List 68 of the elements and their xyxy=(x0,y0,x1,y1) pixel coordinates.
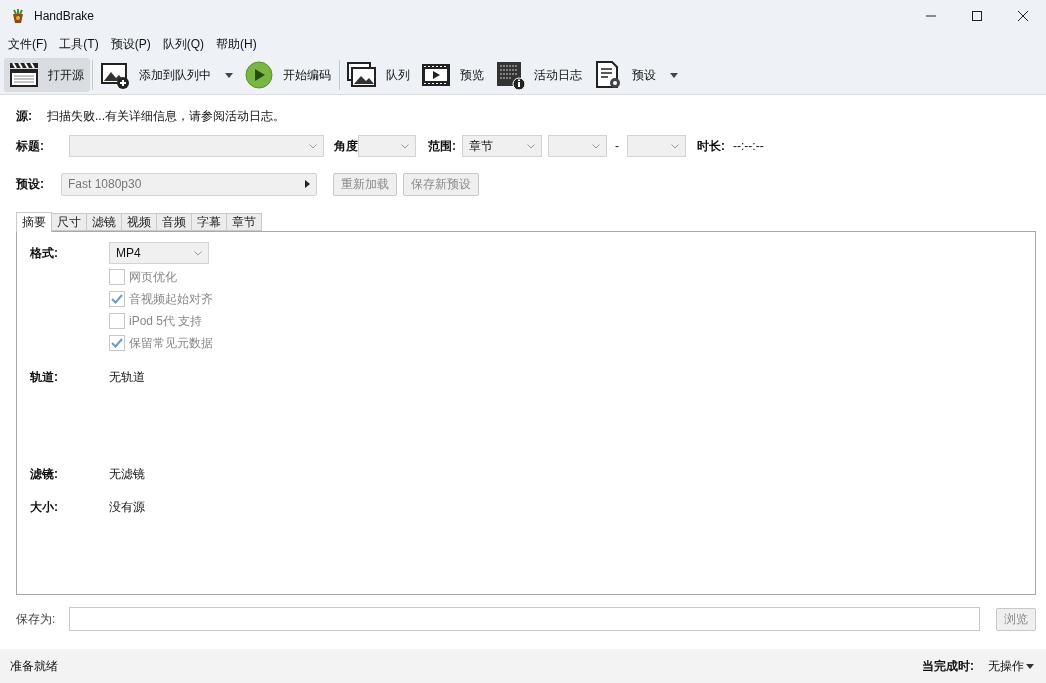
field-label: 源: xyxy=(16,107,33,125)
arrow-right-icon xyxy=(305,180,310,188)
chevron-icon xyxy=(527,143,535,149)
angle-select[interactable] xyxy=(358,135,416,157)
tab[interactable]: 音频 xyxy=(156,213,192,231)
close-icon xyxy=(1018,11,1028,21)
maximize-icon xyxy=(972,11,982,21)
toolbar-button[interactable]: 打开源 xyxy=(4,58,90,92)
log-icon xyxy=(494,60,526,90)
tab[interactable]: 尺寸 xyxy=(51,213,87,231)
field-label: 角度 xyxy=(334,137,358,155)
field-label: 范围: xyxy=(428,137,456,155)
tab[interactable]: 视频 xyxy=(121,213,157,231)
chevron-icon xyxy=(592,143,600,149)
field-label: 时长: xyxy=(697,137,725,155)
toolbar-button[interactable]: 活动日志 xyxy=(490,58,588,92)
chevron-icon xyxy=(401,143,409,149)
tab[interactable]: 摘要 xyxy=(16,212,52,232)
tracks-value: 无轨道 xyxy=(109,368,145,386)
source-status: 扫描失败...有关详细信息，请参阅活动日志。 xyxy=(47,107,285,125)
range-end-select[interactable] xyxy=(627,135,686,157)
range-separator: - xyxy=(615,139,619,153)
toolbar-button[interactable]: 添加到队列中 xyxy=(95,58,239,92)
toolbar-button[interactable]: 开始编码 xyxy=(239,58,337,92)
checkbox-label: 音视频起始对齐 xyxy=(129,290,213,308)
range-select[interactable]: 章节 xyxy=(462,135,542,157)
tab[interactable]: 字幕 xyxy=(191,213,227,231)
duration-value: --:--:-- xyxy=(733,139,764,153)
chevron-icon xyxy=(194,250,202,256)
when-done-label: 当完成时: xyxy=(922,657,974,675)
preset-select[interactable]: Fast 1080p30 xyxy=(61,172,317,196)
toolbar-button[interactable]: 预设 xyxy=(588,58,684,92)
menu-item[interactable]: 文件(F) xyxy=(2,35,54,53)
field-label: 格式: xyxy=(30,244,59,262)
field-label: 大小: xyxy=(30,498,59,516)
save-path-field[interactable] xyxy=(69,607,980,631)
when-done-dropdown[interactable]: 无操作 xyxy=(988,657,1034,675)
save-label: 保存为: xyxy=(16,610,56,628)
size-value: 没有源 xyxy=(109,498,145,516)
add-image-icon xyxy=(99,60,131,90)
caret-icon xyxy=(1026,663,1034,669)
format-select[interactable]: MP4 xyxy=(109,242,209,264)
title-select[interactable] xyxy=(69,135,324,157)
menu-item[interactable]: 帮助(H) xyxy=(210,35,263,53)
range-start-select[interactable] xyxy=(548,135,607,157)
menu-item[interactable]: 预设(P) xyxy=(104,35,157,53)
menu-item[interactable]: 队列(Q) xyxy=(156,35,210,53)
tab[interactable]: 滤镜 xyxy=(86,213,122,231)
checkbox-label: iPod 5代 支持 xyxy=(129,312,203,330)
tab[interactable]: 章节 xyxy=(226,213,262,231)
toolbar-button[interactable]: 预览 xyxy=(416,58,490,92)
window-title: HandBrake xyxy=(34,9,96,23)
chevron-icon xyxy=(671,143,679,149)
field-label: 标题: xyxy=(16,137,45,155)
status-text: 准备就绪 xyxy=(10,657,58,675)
field-label: 滤镜: xyxy=(30,465,59,483)
chevron-icon xyxy=(309,143,317,149)
toolbar-button[interactable]: 队列 xyxy=(342,58,416,92)
play-icon xyxy=(243,60,275,90)
checkbox-label: 网页优化 xyxy=(129,268,177,286)
filters-value: 无滤镜 xyxy=(109,465,145,483)
clapperboard-icon xyxy=(8,60,40,90)
field-label: 轨道: xyxy=(30,368,59,386)
app-logo-icon xyxy=(10,8,26,24)
images-icon xyxy=(346,60,378,90)
menu-item[interactable]: 工具(T) xyxy=(53,35,105,53)
field-label: 预设: xyxy=(16,175,45,193)
checkbox-label: 保留常见元数据 xyxy=(129,334,213,352)
